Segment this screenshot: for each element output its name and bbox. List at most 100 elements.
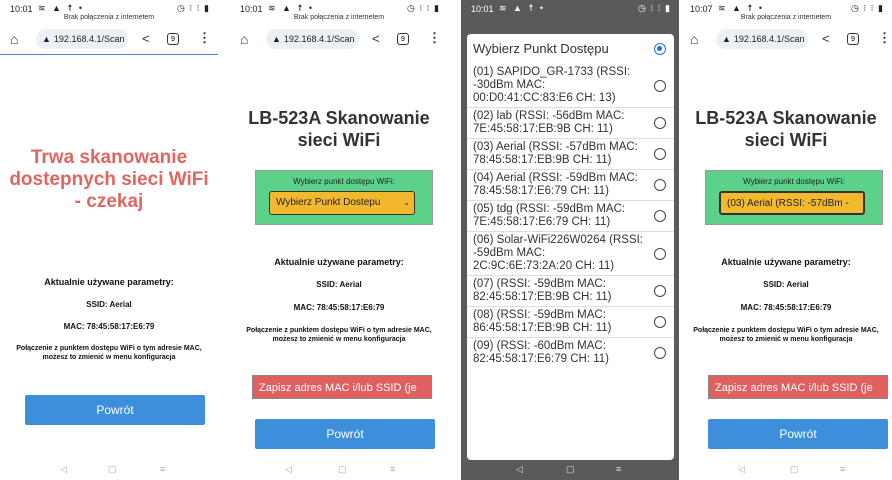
no-connection-notice: Brak połączenia z internetem	[63, 14, 155, 21]
picker-option[interactable]: (08) (RSSI: -59dBm MAC: 86:45:58:17:EB:9…	[467, 307, 674, 338]
radio-icon	[654, 117, 666, 129]
url-field[interactable]: ▲ 192.168.4.1/Scan	[36, 29, 128, 49]
tab-count-button[interactable]: 9	[397, 33, 409, 45]
picker-option[interactable]: (03) Aerial (RSSI: -57dBm MAC: 78:45:58:…	[467, 139, 674, 170]
save-mac-button[interactable]: Zapisz adres MAC i/lub SSID (je	[252, 375, 432, 399]
ssid-value: SSID: Aerial	[316, 280, 362, 289]
more-vert-icon[interactable]: ⋮	[878, 30, 891, 46]
nav-home-icon[interactable]: ▢	[338, 464, 347, 475]
mac-value: MAC: 78:45:58:17:E6:79	[63, 322, 155, 331]
ap-select-box: Wybierz punkt dostępu WiFi: (03) Aerial …	[705, 170, 883, 225]
select-label: Wybierz punkt dostępu WiFi:	[293, 177, 395, 186]
tab-count-button[interactable]: 9	[847, 33, 859, 45]
nav-back-icon[interactable]: ◁	[285, 464, 292, 475]
select-value: (03) Aerial (RSSI: -57dBm -	[727, 198, 849, 209]
mac-value: MAC: 78:45:58:17:E6:79	[740, 303, 832, 312]
radio-icon	[654, 285, 666, 297]
status-time: 10:01	[10, 4, 33, 14]
nav-back-icon[interactable]: ◁	[60, 464, 67, 475]
picker-option[interactable]: (02) lab (RSSI: -56dBm MAC: 7E:45:58:17:…	[467, 108, 674, 139]
home-icon[interactable]: ⌂	[10, 31, 18, 47]
params-title: Aktualnie używane parametry:	[274, 257, 404, 267]
option-label: (06) Solar-WiFi226W0264 (RSSI: -59dBm MA…	[473, 234, 643, 272]
system-icons: ◷ ⁝ ⁝ ▮	[637, 3, 671, 13]
nav-back-icon[interactable]: ◁	[738, 464, 745, 475]
nav-home-icon[interactable]: ▢	[108, 464, 117, 475]
share-icon[interactable]: <	[372, 31, 380, 46]
radio-icon	[654, 316, 666, 328]
no-connection-notice: Brak połączenia z internetem	[740, 14, 832, 21]
page-heading: LB-523A Skanowanie sieci WiFi	[695, 108, 877, 150]
status-time: 10:07	[690, 4, 713, 14]
back-button[interactable]: Powrót	[25, 395, 205, 425]
more-vert-icon[interactable]: ⋮	[428, 30, 441, 46]
browser-toolbar: ⌂ ▲ 192.168.4.1/Scan < 9 ⋮	[0, 24, 218, 55]
radio-selected-icon	[654, 43, 666, 55]
option-label: (07) (RSSI: -59dBm MAC: 82:45:58:17:EB:9…	[473, 278, 612, 303]
info-text: Połączenie z punktem dostępu WiFi o tym …	[246, 327, 432, 343]
back-button[interactable]: Powrót	[708, 419, 888, 449]
nav-back-icon[interactable]: ◁	[516, 464, 523, 475]
nav-recents-icon[interactable]: ≡	[160, 464, 165, 474]
option-label: (08) (RSSI: -59dBm MAC: 86:45:58:17:EB:9…	[473, 309, 612, 334]
system-icons: ◷ ⁝ ⁝ ▮	[176, 3, 210, 13]
picker-option[interactable]: (04) Aerial (RSSI: -59dBm MAC: 78:45:58:…	[467, 170, 674, 201]
nav-recents-icon[interactable]: ≡	[840, 464, 845, 474]
picker-option[interactable]: (01) SAPIDO_GR-1733 (RSSI: -30dBm MAC: 0…	[467, 64, 674, 108]
home-icon[interactable]: ⌂	[690, 31, 698, 47]
radio-icon	[654, 347, 666, 359]
status-time: 10:01	[240, 4, 263, 14]
info-text: Połączenie z punktem dostępu WiFi o tym …	[693, 327, 879, 343]
url-field[interactable]: ▲ 192.168.4.1/Scan	[266, 29, 358, 49]
status-icons: ≋ ▲ ☨ •	[268, 3, 315, 13]
warning-icon: ▲	[722, 34, 731, 44]
nav-home-icon[interactable]: ▢	[566, 464, 575, 475]
params-title: Aktualnie używane parametry:	[721, 257, 851, 267]
more-vert-icon[interactable]: ⋮	[198, 30, 211, 46]
picker-option-title[interactable]: Wybierz Punkt Dostępu	[467, 34, 674, 64]
nav-recents-icon[interactable]: ≡	[390, 464, 395, 474]
url-field[interactable]: ▲ 192.168.4.1/Scan	[716, 29, 808, 49]
status-bar: 10:07 ≋ ▲ ☨ • ◷ ⁝ ⁝ ▮ Brak połączenia z …	[680, 0, 892, 24]
no-connection-notice: Brak połączenia z internetem	[293, 14, 385, 21]
status-bar: 10:01 ≋ ▲ ☨ • ◷ ⁝ ⁝ ▮ Brak połączenia z …	[0, 0, 218, 24]
ssid-value: SSID: Aerial	[763, 280, 809, 289]
picker-option[interactable]: (07) (RSSI: -59dBm MAC: 82:45:58:17:EB:9…	[467, 276, 674, 307]
share-icon[interactable]: <	[142, 31, 150, 46]
option-label: (09) (RSSI: -60dBm MAC: 82:45:58:17:E6:7…	[473, 340, 609, 365]
tab-count-button[interactable]: 9	[167, 33, 179, 45]
option-label: (02) lab (RSSI: -56dBm MAC: 7E:45:58:17:…	[473, 110, 625, 135]
nav-recents-icon[interactable]: ≡	[616, 464, 621, 474]
ap-select[interactable]: (03) Aerial (RSSI: -57dBm -	[719, 191, 865, 215]
save-mac-button[interactable]: Zapisz adres MAC i/lub SSID (je	[708, 375, 888, 399]
browser-toolbar: ⌂ ▲ 192.168.4.1/Scan < 9 ⋮	[230, 24, 448, 54]
radio-icon	[654, 79, 666, 92]
warning-icon: ▲	[42, 34, 51, 44]
status-icons: ≋ ▲ ☨ •	[718, 3, 765, 13]
browser-toolbar: ⌂ ▲ 192.168.4.1/Scan < 9 ⋮	[680, 24, 892, 54]
select-label: Wybierz punkt dostępu WiFi:	[743, 177, 845, 186]
ap-select-box: Wybierz punkt dostępu WiFi: Wybierz Punk…	[255, 170, 433, 225]
ap-select[interactable]: Wybierz Punkt Dostepu ⌄	[269, 191, 415, 215]
option-label: (05) tdg (RSSI: -59dBm MAC: 7E:45:58:17:…	[473, 203, 626, 228]
picker-option[interactable]: (09) (RSSI: -60dBm MAC: 82:45:58:17:E6:7…	[467, 338, 674, 368]
nav-home-icon[interactable]: ▢	[790, 464, 799, 475]
page-content: LB-523A Skanowanie sieci WiFi Wybierz pu…	[230, 55, 448, 460]
status-bar: 10:01 ≋ ▲ ☨ • ◷ ⁝ ⁝ ▮	[461, 0, 679, 24]
back-button[interactable]: Powrót	[255, 419, 435, 449]
share-icon[interactable]: <	[822, 31, 830, 46]
ssid-value: SSID: Aerial	[86, 300, 132, 309]
url-text: 192.168.4.1/Scan	[53, 34, 125, 44]
picker-option[interactable]: (05) tdg (RSSI: -59dBm MAC: 7E:45:58:17:…	[467, 201, 674, 232]
page-heading: LB-523A Skanowanie sieci WiFi	[248, 108, 430, 150]
url-text: 192.168.4.1/Scan	[733, 34, 805, 44]
option-label: (03) Aerial (RSSI: -57dBm MAC: 78:45:58:…	[473, 141, 638, 166]
scanning-message: Trwa skanowanie dostepnych sieci WiFi - …	[9, 147, 209, 212]
select-value: Wybierz Punkt Dostepu	[276, 197, 381, 208]
chevron-down-icon: ⌄	[403, 198, 410, 207]
option-label: (04) Aerial (RSSI: -59dBm MAC: 78:45:58:…	[473, 172, 638, 197]
picker-option[interactable]: (06) Solar-WiFi226W0264 (RSSI: -59dBm MA…	[467, 232, 674, 276]
warning-icon: ▲	[272, 34, 281, 44]
radio-icon	[654, 247, 666, 260]
home-icon[interactable]: ⌂	[240, 31, 248, 47]
